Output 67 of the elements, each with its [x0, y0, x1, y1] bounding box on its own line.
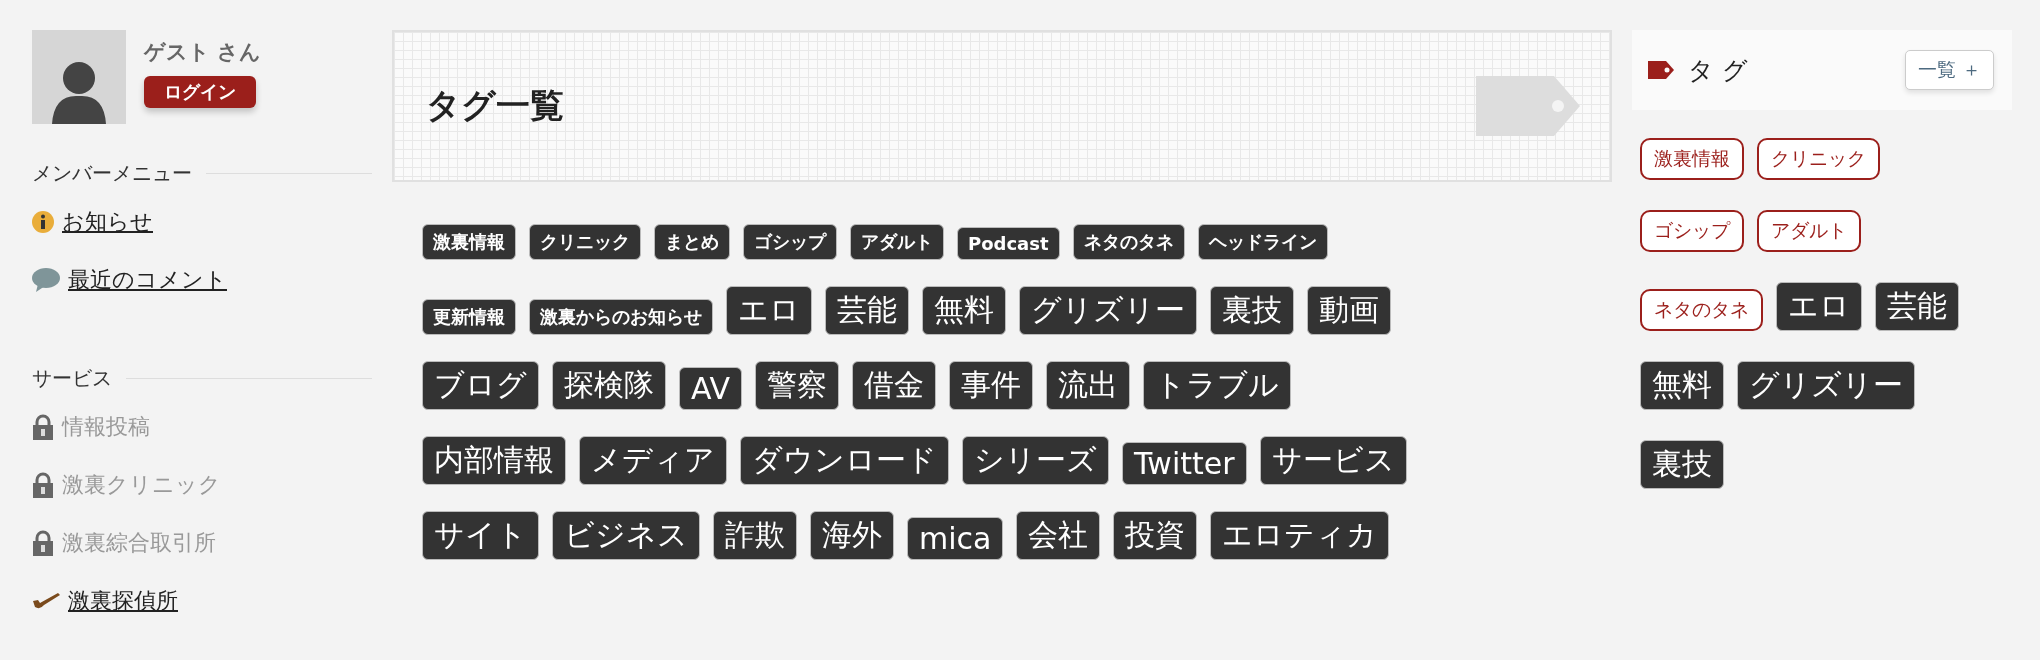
tag-link[interactable]: 海外	[810, 511, 894, 560]
user-silhouette-icon	[52, 60, 106, 124]
tag-link[interactable]: ブログ	[422, 361, 539, 410]
tag-link[interactable]: エロ	[726, 286, 812, 335]
menu-link[interactable]: 激裏探偵所	[68, 586, 178, 616]
tag-link[interactable]: Podcast	[957, 227, 1060, 260]
tag-link[interactable]: 激裏情報	[422, 224, 516, 260]
section-heading: サービス	[32, 365, 112, 392]
tag-link[interactable]: ネタのタネ	[1640, 289, 1763, 331]
tag-link[interactable]: ゴシップ	[743, 224, 837, 260]
tag-link[interactable]: 激裏からのお知らせ	[529, 299, 713, 335]
login-button[interactable]: ログイン	[144, 76, 256, 108]
tag-link[interactable]: 流出	[1046, 361, 1131, 410]
tag-link[interactable]: グリズリー	[1019, 286, 1197, 335]
tag-link[interactable]: メディア	[579, 436, 727, 485]
tag-link[interactable]: ヘッドライン	[1197, 224, 1328, 260]
tag-link[interactable]: 無料	[922, 286, 1006, 335]
tag-link[interactable]: Twitter	[1122, 442, 1247, 485]
tag-link[interactable]: mica	[907, 517, 1004, 560]
tag-link[interactable]: クリニック	[1757, 138, 1880, 180]
tag-link[interactable]: ゴシップ	[1640, 210, 1744, 252]
widget-title: タ グ	[1688, 54, 1749, 87]
tag-link[interactable]: 警察	[755, 361, 840, 410]
tag-link[interactable]: 激裏情報	[1640, 138, 1744, 180]
menu-link[interactable]: お知らせ	[62, 207, 153, 237]
tag-link[interactable]: 詐欺	[713, 511, 797, 560]
tag-link[interactable]: 無料	[1640, 361, 1724, 410]
tag-link[interactable]: シリーズ	[962, 436, 1109, 485]
tag-link[interactable]: トラブル	[1143, 361, 1292, 410]
tag-link[interactable]: アダルト	[1757, 210, 1861, 252]
tag-link[interactable]: 内部情報	[422, 436, 566, 485]
lock-icon	[32, 530, 54, 556]
lock-icon	[32, 414, 54, 440]
tag-link[interactable]: AV	[679, 367, 743, 410]
tag-link[interactable]: 投資	[1113, 511, 1198, 560]
user-name: ゲスト さん	[144, 39, 262, 66]
tag-link[interactable]: まとめ	[654, 224, 730, 260]
tag-icon	[1476, 76, 1580, 136]
tag-link[interactable]: 裏技	[1640, 440, 1724, 489]
speech-bubble-icon	[32, 268, 60, 292]
tag-link[interactable]: ビジネス	[552, 511, 700, 560]
tag-icon	[1648, 61, 1674, 79]
tag-link[interactable]: 更新情報	[422, 299, 516, 335]
tag-link[interactable]: 芸能	[825, 286, 909, 335]
section-heading: メンバーメニュー	[32, 160, 192, 187]
tag-link[interactable]: エロティカ	[1210, 511, 1390, 560]
tag-link[interactable]: グリズリー	[1737, 361, 1915, 410]
menu-link[interactable]: 最近のコメント	[68, 265, 227, 295]
tag-link[interactable]: ネタのタネ	[1072, 224, 1185, 260]
tag-link[interactable]: 芸能	[1875, 282, 1959, 331]
tag-link[interactable]: 借金	[852, 361, 937, 410]
info-icon	[32, 211, 54, 233]
pipe-icon	[32, 592, 60, 610]
tag-link[interactable]: ダウンロード	[740, 436, 949, 485]
lock-icon	[32, 472, 54, 498]
tag-link[interactable]: 裏技	[1210, 286, 1294, 335]
tag-link[interactable]: アダルト	[850, 224, 944, 260]
tag-link[interactable]: エロ	[1776, 282, 1862, 331]
tag-link[interactable]: 探検隊	[552, 361, 666, 410]
tag-link[interactable]: サービス	[1259, 436, 1407, 485]
tag-link[interactable]: クリニック	[529, 224, 641, 260]
tag-link[interactable]: 会社	[1016, 511, 1101, 560]
list-button[interactable]: 一覧 ＋	[1904, 50, 1994, 90]
page-title: タグ一覧	[426, 84, 564, 127]
tag-link[interactable]: サイト	[422, 511, 539, 560]
tag-link[interactable]: 動画	[1307, 286, 1391, 335]
tag-link[interactable]: 事件	[949, 361, 1034, 410]
